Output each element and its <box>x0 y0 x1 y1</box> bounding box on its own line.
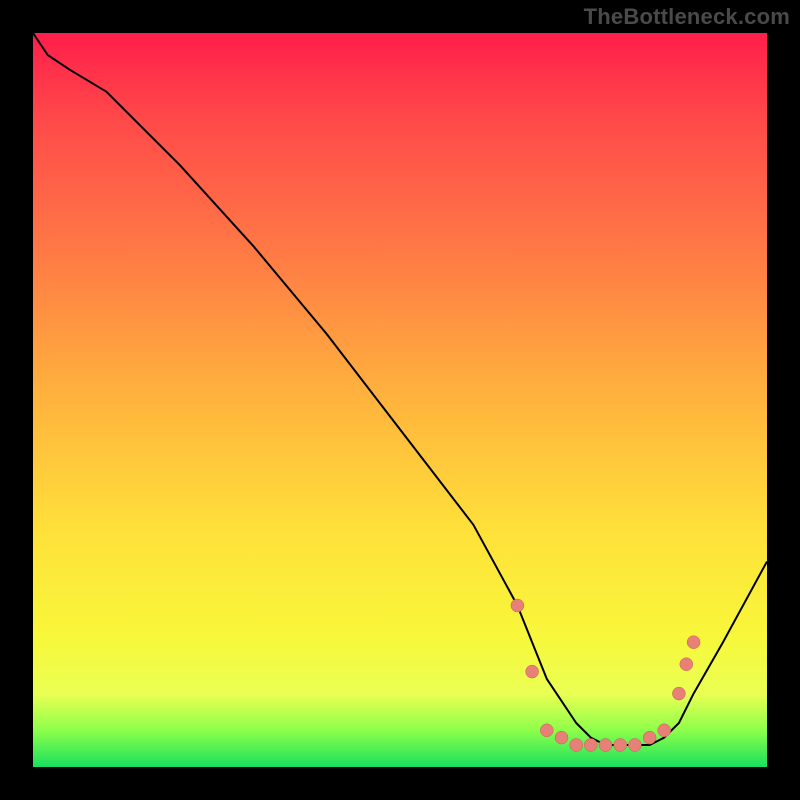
marker-dot <box>555 731 568 744</box>
watermark-text: TheBottleneck.com <box>584 4 790 30</box>
marker-group <box>511 599 700 752</box>
marker-dot <box>643 731 656 744</box>
marker-dot <box>511 599 524 612</box>
marker-dot <box>599 739 612 752</box>
marker-dot <box>672 687 685 700</box>
marker-dot <box>570 739 583 752</box>
marker-dot <box>687 636 700 649</box>
chart-svg <box>33 33 767 767</box>
marker-dot <box>540 724 553 737</box>
chart-frame: TheBottleneck.com <box>0 0 800 800</box>
marker-dot <box>658 724 671 737</box>
bottleneck-curve-line <box>33 33 767 745</box>
marker-dot <box>628 739 641 752</box>
plot-area <box>33 33 767 767</box>
marker-dot <box>680 658 693 671</box>
marker-dot <box>614 739 627 752</box>
marker-dot <box>584 739 597 752</box>
marker-dot <box>526 665 539 678</box>
